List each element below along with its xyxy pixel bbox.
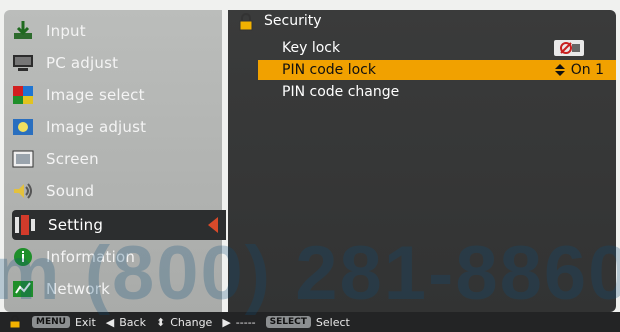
setting-icon <box>12 213 38 237</box>
up-down-icon: ⬍ <box>155 315 166 329</box>
menu-item-image-select[interactable]: Image select <box>10 80 220 110</box>
image-select-icon <box>10 83 36 107</box>
exit-hint[interactable]: MENU Exit <box>32 316 96 329</box>
menu-label: Network <box>46 280 111 298</box>
exit-label: Exit <box>74 315 96 329</box>
screen-icon <box>10 147 36 171</box>
panel-title-row: Security <box>228 10 616 32</box>
menu-item-input[interactable]: Input <box>10 16 220 46</box>
row-label: PIN code lock <box>282 62 376 78</box>
next-arrow-icon: ▶ <box>222 315 231 329</box>
menu-item-network[interactable]: Network <box>10 274 220 304</box>
up-down-arrow-icon <box>554 64 565 76</box>
row-value-text: On 1 <box>570 62 604 78</box>
security-panel: Security Key lock PIN code lock On 1 PIN… <box>228 10 616 312</box>
menu-item-image-adjust[interactable]: Image adjust <box>10 112 220 142</box>
row-key-lock[interactable]: Key lock <box>258 38 616 58</box>
menu-label: Screen <box>46 150 99 168</box>
menu-item-information[interactable]: Information <box>10 242 220 272</box>
row-label: PIN code change <box>282 84 400 100</box>
menu-item-sound[interactable]: Sound <box>10 176 220 206</box>
pc-adjust-icon <box>10 51 36 75</box>
menu-item-pc-adjust[interactable]: PC adjust <box>10 48 220 78</box>
change-hint[interactable]: ⬍ Change <box>156 316 212 329</box>
row-label: Key lock <box>282 40 341 56</box>
sound-icon <box>10 179 36 203</box>
menu-button: MENU <box>32 316 70 328</box>
projector-menu-screen: Input PC adjust Image select Image adjus… <box>0 0 620 332</box>
menu-label: Sound <box>46 182 95 200</box>
next-hint: ▶ ----- <box>222 316 255 329</box>
next-label: ----- <box>235 315 256 329</box>
network-icon <box>10 277 36 301</box>
menu-label: Input <box>46 22 86 40</box>
input-icon <box>10 19 36 43</box>
row-pin-code-lock[interactable]: PIN code lock On 1 <box>258 60 616 80</box>
change-label: Change <box>170 315 213 329</box>
menu-item-screen[interactable]: Screen <box>10 144 220 174</box>
menu-label: Information <box>46 248 136 266</box>
back-hint[interactable]: ◀ Back <box>106 316 146 329</box>
lock-icon <box>9 315 21 329</box>
menu-label: Image select <box>46 86 145 104</box>
lock-icon <box>239 13 253 31</box>
select-hint[interactable]: SELECT Select <box>265 315 350 329</box>
row-value: On 1 <box>554 62 604 78</box>
menu-item-setting[interactable]: Setting <box>12 210 226 240</box>
back-arrow-icon: ◀ <box>105 315 115 329</box>
row-pin-code-change[interactable]: PIN code change <box>258 82 616 102</box>
menu-label: Image adjust <box>46 118 147 136</box>
select-label: Select <box>315 315 350 329</box>
information-icon <box>10 245 36 269</box>
select-button: SELECT <box>265 316 311 328</box>
main-menu: Input PC adjust Image select Image adjus… <box>4 10 226 312</box>
image-adjust-icon <box>10 115 36 139</box>
bottom-bar: MENU Exit ◀ Back ⬍ Change ▶ ----- SELECT… <box>0 312 620 332</box>
menu-label: PC adjust <box>46 54 119 72</box>
selection-arrow-icon <box>208 217 218 233</box>
panel-title: Security <box>264 13 322 29</box>
key-lock-icon <box>554 40 584 56</box>
menu-label: Setting <box>48 216 104 234</box>
back-label: Back <box>119 315 146 329</box>
